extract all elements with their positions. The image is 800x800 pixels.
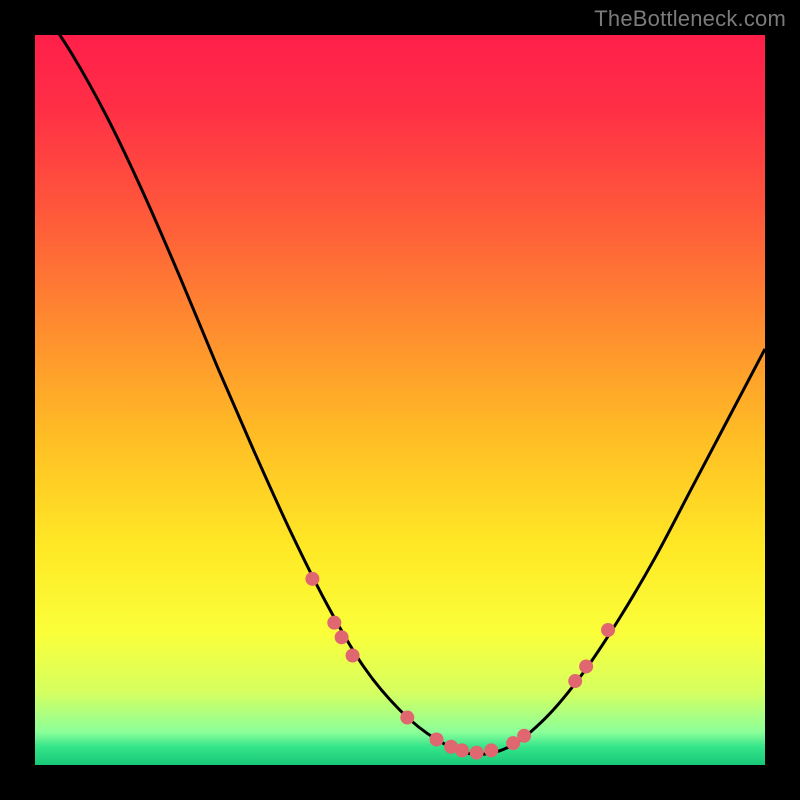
- watermark-text: TheBottleneck.com: [594, 6, 786, 32]
- chart-frame: TheBottleneck.com: [0, 0, 800, 800]
- highlight-point: [305, 572, 319, 586]
- chart-svg: [35, 35, 765, 765]
- highlight-point: [346, 649, 360, 663]
- highlight-point: [484, 743, 498, 757]
- highlight-point: [568, 674, 582, 688]
- highlight-point: [517, 729, 531, 743]
- highlight-point: [327, 616, 341, 630]
- highlight-point: [455, 743, 469, 757]
- gradient-background: [35, 35, 765, 765]
- highlight-point: [470, 746, 484, 760]
- highlight-point: [430, 732, 444, 746]
- highlight-point: [601, 623, 615, 637]
- highlight-point: [400, 711, 414, 725]
- highlight-point: [335, 630, 349, 644]
- highlight-point: [579, 659, 593, 673]
- plot-area: [35, 35, 765, 765]
